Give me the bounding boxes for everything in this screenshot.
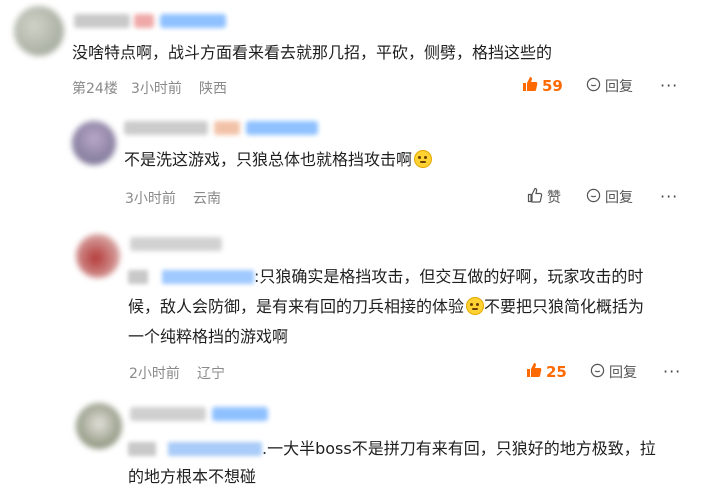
quoted-user-blurred — [128, 270, 254, 284]
username-blurred[interactable] — [130, 237, 222, 251]
quoted-user-blurred — [128, 442, 262, 456]
comment-text-line: .一大半boss不是拼刀有来有回，只狼好的地方极致，拉 — [128, 434, 656, 464]
comment-text-line: 的地方根本不想碰 — [128, 467, 257, 486]
comment-text-line: 一个纯粹格挡的游戏啊 — [128, 327, 289, 346]
comment-time: 2小时前 — [129, 366, 180, 382]
comment-text: 不是洗这游戏，只狼总体也就格挡攻击啊 — [124, 145, 433, 175]
reply-label: 回复 — [605, 190, 633, 206]
like-count: 25 — [546, 363, 567, 381]
comment-text-part: 不要把只狼简化概括为 — [484, 297, 645, 316]
comment-text-part: .一大半boss不是拼刀有来有回，只狼好的地方极致，拉 — [262, 439, 656, 458]
thumb-up-icon — [527, 187, 543, 207]
comment-text-part: :只狼确实是格挡攻击，但交互做的好啊，玩家攻击的时 — [254, 267, 644, 286]
avatar[interactable] — [14, 6, 64, 56]
comment-location: 陕西 — [199, 81, 227, 97]
emoji-icon — [466, 297, 485, 315]
user-badge-blurred — [246, 121, 318, 135]
comment-text-line: :只狼确实是格挡攻击，但交互做的好啊，玩家攻击的时 — [128, 262, 643, 292]
username-blurred[interactable] — [74, 14, 130, 28]
reply-bubble-icon — [586, 188, 601, 207]
hot-thumb-icon — [522, 76, 538, 96]
reply-label: 回复 — [605, 79, 633, 95]
comment-time: 3小时前 — [131, 81, 182, 97]
avatar[interactable] — [76, 234, 120, 278]
comment-location: 辽宁 — [197, 366, 225, 382]
reply-button[interactable]: 回复 — [590, 362, 637, 382]
more-options-button[interactable]: ··· — [660, 187, 678, 206]
comment-text-body: 不是洗这游戏，只狼总体也就格挡攻击啊 — [124, 150, 413, 169]
comment-time: 3小时前 — [125, 191, 176, 207]
like-button[interactable]: 59 — [522, 76, 563, 96]
comment-text-line: 候，敌人会防御，是有来有回的刀兵相接的体验 不要把只狼简化概括为 — [128, 292, 644, 322]
user-badge-blurred — [214, 121, 240, 135]
username-blurred[interactable] — [130, 407, 206, 421]
more-options-button[interactable]: ··· — [663, 362, 681, 381]
reply-button[interactable]: 回复 — [586, 187, 633, 207]
like-button[interactable]: 25 — [526, 362, 567, 382]
hot-thumb-icon — [526, 362, 542, 382]
avatar[interactable] — [76, 403, 122, 449]
username-blurred[interactable] — [124, 121, 208, 135]
comment-text-part: 候，敌人会防御，是有来有回的刀兵相接的体验 — [128, 297, 465, 316]
more-options-button[interactable]: ··· — [660, 76, 678, 95]
reply-label: 回复 — [609, 365, 637, 381]
user-badge-blurred — [160, 14, 226, 28]
reply-bubble-icon — [586, 77, 601, 96]
avatar[interactable] — [72, 121, 116, 165]
reply-button[interactable]: 回复 — [586, 76, 633, 96]
like-count: 59 — [542, 77, 563, 95]
like-label: 赞 — [547, 190, 561, 206]
user-badge-blurred — [134, 14, 154, 28]
floor-number: 第24楼 — [72, 81, 118, 97]
like-button[interactable]: 赞 — [527, 187, 561, 207]
user-badge-blurred — [212, 407, 268, 421]
reply-bubble-icon — [590, 363, 605, 382]
comment-location: 云南 — [193, 191, 221, 207]
emoji-icon — [414, 150, 433, 168]
comment-text: 没啥特点啊，战斗方面看来看去就那几招，平砍，侧劈，格挡这些的 — [72, 43, 553, 62]
